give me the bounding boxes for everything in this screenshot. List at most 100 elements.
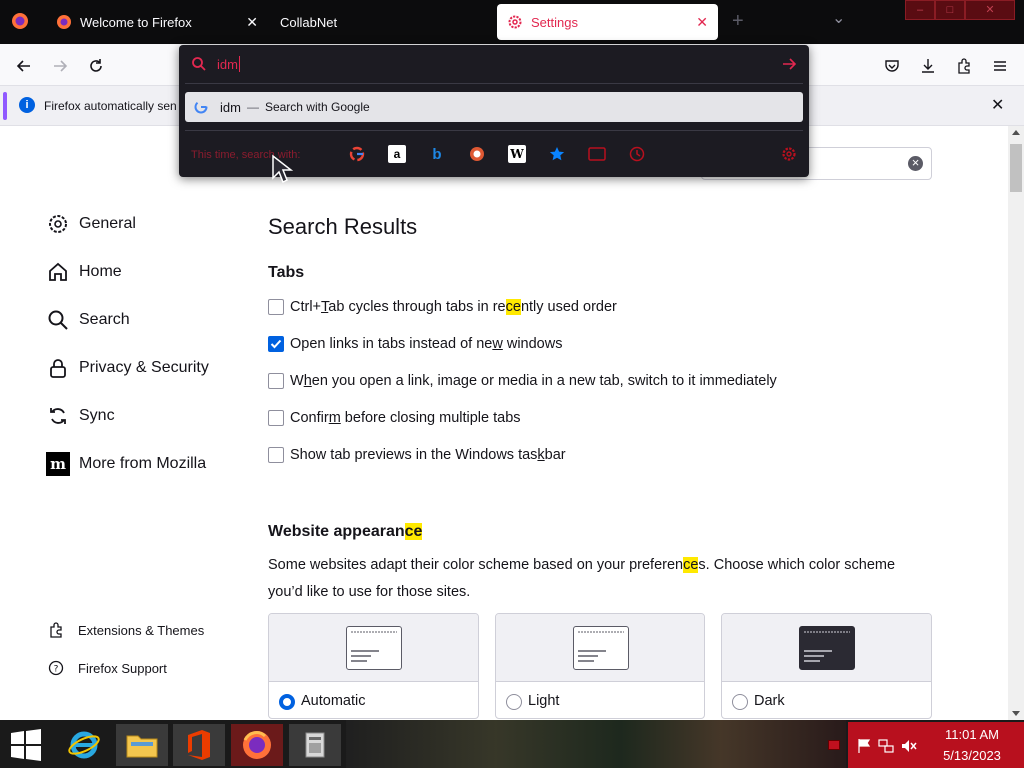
mouse-cursor-icon [272,154,294,184]
divider [185,83,803,84]
sidebar-firefox-support[interactable]: ? Firefox Support [48,660,167,676]
taskbar-file-explorer[interactable] [116,724,168,766]
theme-card-dark[interactable]: Dark [721,613,932,719]
sidebar-item-search[interactable]: Search [46,308,130,332]
firefox-menu-icon[interactable] [11,12,29,30]
reload-icon [90,59,102,72]
checkbox[interactable] [268,373,284,389]
checkbox[interactable] [268,447,284,463]
tab-title: Settings [531,14,578,30]
tab-welcome[interactable]: Welcome to Firefox ✕ [46,4,268,40]
back-button[interactable] [12,54,36,78]
checkbox-checked[interactable] [268,336,284,352]
clock-date[interactable]: 5/13/2023 [920,748,1024,763]
sidebar-item-label: General [79,215,136,232]
volume-muted-icon[interactable] [900,738,918,759]
scroll-up-arrow[interactable] [1012,130,1020,135]
hamburger-icon [994,61,1006,71]
sidebar-item-privacy[interactable]: Privacy & Security [46,356,209,380]
amazon-icon[interactable]: a [388,145,406,163]
taskbar-app[interactable] [289,724,341,766]
reload-button[interactable] [84,54,108,78]
close-icon[interactable]: ✕ [696,14,708,31]
tabs-icon[interactable] [588,145,606,163]
option-tab-previews[interactable]: Show tab previews in the Windows taskbar [268,447,566,463]
taskbar-office[interactable] [173,724,225,766]
bookmarks-icon[interactable] [548,145,566,163]
option-ctrl-tab[interactable]: Ctrl+Tab cycles through tabs in recently… [268,299,617,315]
gear-icon [508,15,522,29]
duckduckgo-icon[interactable] [468,145,486,163]
svg-text:?: ? [54,665,59,675]
taskbar-internet-explorer[interactable] [58,724,110,766]
option-switch-to-new-tab[interactable]: When you open a link, image or media in … [268,373,777,389]
bing-icon[interactable]: b [428,145,446,163]
downloads-button[interactable] [916,54,940,78]
radio-selected[interactable] [279,694,295,710]
history-icon[interactable] [628,145,646,163]
theme-card-automatic[interactable]: Automatic [268,613,479,719]
notification-close-button[interactable]: ✕ [991,95,1004,115]
maximize-button[interactable]: □ [935,0,965,20]
checkbox[interactable] [268,299,284,315]
tab-strip: Welcome to Firefox ✕ CollabNet Settings … [0,0,1024,44]
scrollbar-thumb[interactable] [1010,144,1022,192]
go-arrow-icon[interactable] [781,56,797,77]
checkbox[interactable] [268,410,284,426]
page-title: Search Results [268,214,418,239]
puzzle-icon [48,622,64,638]
radio[interactable] [506,694,522,710]
sidebar-item-home[interactable]: Home [46,260,122,284]
sidebar-item-sync[interactable]: Sync [46,404,115,428]
sidebar-item-label: Sync [79,407,115,424]
option-open-links-in-tabs[interactable]: Open links in tabs instead of new window… [268,336,562,352]
option-confirm-closing[interactable]: Confirm before closing multiple tabs [268,410,521,426]
start-button[interactable] [0,724,52,766]
download-icon [922,59,934,73]
taskbar-firefox[interactable] [231,724,283,766]
svg-text:m: m [50,455,66,473]
website-appearance-description: Some websites adapt their color scheme b… [268,557,896,600]
forward-arrow-icon [54,60,68,72]
search-suggestion-row[interactable]: idm — Search with Google [185,92,803,122]
urlbar-input[interactable]: idm [217,57,238,72]
action-center-flag-icon[interactable] [856,738,872,759]
search-settings-gear-icon[interactable] [780,145,798,163]
wikipedia-icon[interactable]: W [508,145,526,163]
sidebar-item-more-from-mozilla[interactable]: m More from Mozilla [46,452,206,476]
theme-preview-window [799,626,855,670]
theme-card-light[interactable]: Light [495,613,705,719]
lock-icon [46,356,70,380]
tab-title: CollabNet [280,14,338,30]
close-icon[interactable]: ✕ [246,14,258,31]
scroll-down-arrow[interactable] [1012,711,1020,716]
radio[interactable] [732,694,748,710]
taskbar-wallpaper [346,720,846,768]
tab-settings[interactable]: Settings ✕ [497,4,718,40]
suggestion-separator: — [246,100,259,114]
close-window-button[interactable]: ✕ [965,0,1015,20]
minimize-button[interactable]: – [905,0,935,20]
clear-search-button[interactable]: × [908,156,923,171]
network-icon[interactable] [878,738,894,759]
app-menu-button[interactable] [988,54,1012,78]
theme-preview-window [573,626,629,670]
list-all-tabs-button[interactable]: ⌄ [832,8,845,28]
system-tray: 11:01 AM 5/13/2023 [848,722,1024,768]
sidebar-extensions-themes[interactable]: Extensions & Themes [48,622,204,638]
divider [185,130,803,131]
option-label: When you open a link, image or media in … [290,373,777,389]
theme-preview-window [346,626,402,670]
scrollbar[interactable] [1008,126,1024,720]
forward-button[interactable] [48,54,72,78]
google-icon[interactable] [348,145,366,163]
extensions-button[interactable] [952,54,976,78]
clock-time[interactable]: 11:01 AM [920,727,1024,742]
text-caret [239,56,240,72]
tray-app-icon[interactable] [828,740,840,750]
sidebar-item-general[interactable]: General [46,212,136,236]
folder-icon [126,735,158,758]
pocket-button[interactable] [880,54,904,78]
new-tab-button[interactable]: + [732,10,744,33]
tab-collabnet[interactable]: CollabNet [270,4,492,40]
